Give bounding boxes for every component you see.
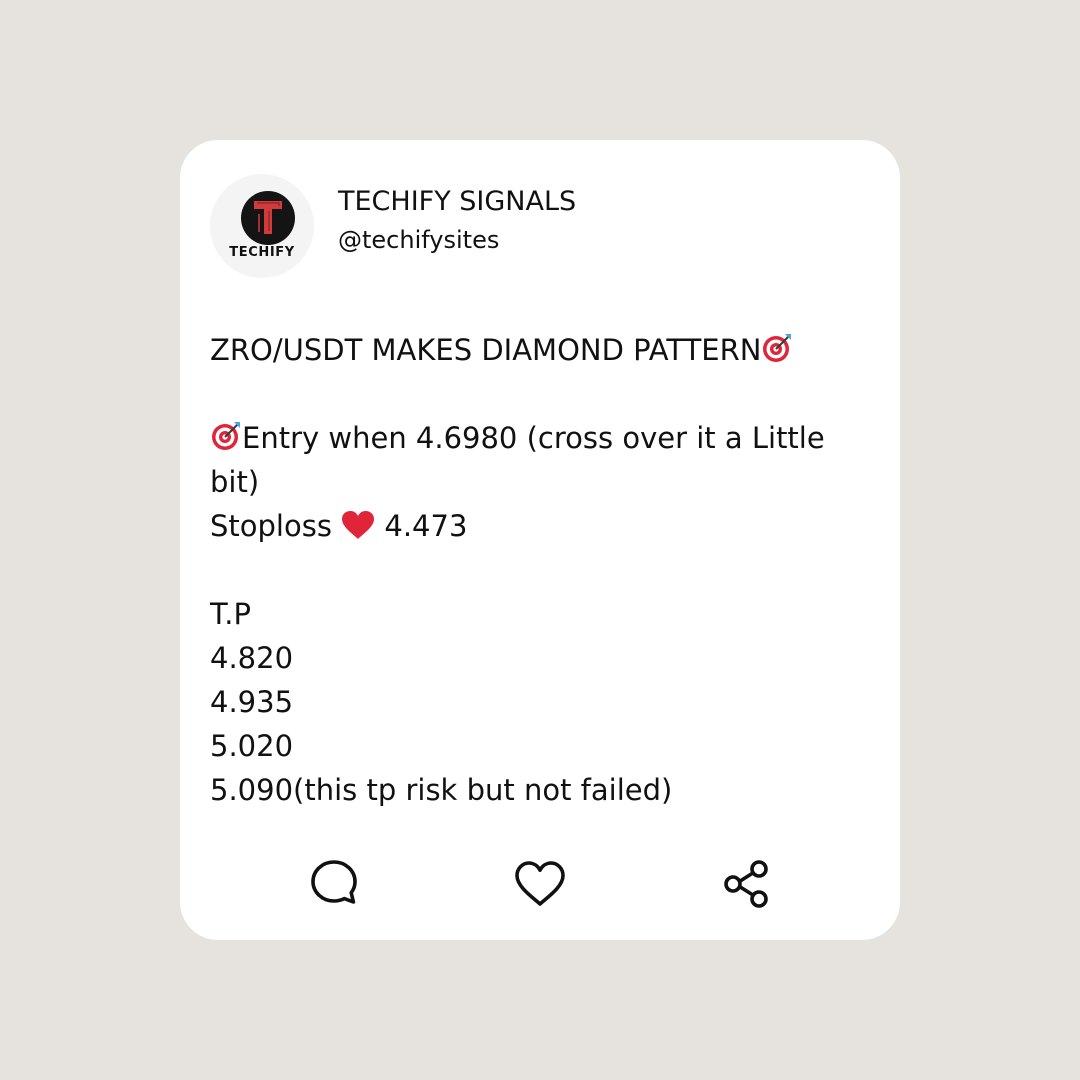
take-profit-target: 5.020 xyxy=(210,729,294,763)
share-button[interactable] xyxy=(718,856,774,912)
take-profit-target: 4.820 xyxy=(210,641,294,675)
avatar[interactable]: TECHIFY xyxy=(210,174,314,278)
post-card: TECHIFY TECHIFY SIGNALS @techifysites ZR… xyxy=(180,140,900,940)
entry-line: Entry when 4.6980 (cross over it a Littl… xyxy=(210,416,850,504)
direct-hit-icon xyxy=(763,334,792,362)
post-body: ZRO/USDT MAKES DIAMOND PATTERN Entry whe… xyxy=(210,328,850,812)
direct-hit-icon xyxy=(212,422,240,450)
entry-text: Entry when 4.6980 (cross over it a Littl… xyxy=(210,421,834,499)
stoploss-value: 4.473 xyxy=(384,509,468,543)
author-handle[interactable]: @techifysites xyxy=(338,226,499,254)
post-title-line: ZRO/USDT MAKES DIAMOND PATTERN xyxy=(210,328,850,372)
share-icon xyxy=(724,860,768,908)
comment-button[interactable] xyxy=(306,856,362,912)
take-profit-target: 5.090(this tp risk but not failed) xyxy=(210,773,673,807)
techify-logo-icon xyxy=(241,191,295,245)
take-profit-target: 4.935 xyxy=(210,685,294,719)
like-button[interactable] xyxy=(512,856,568,912)
stoploss-label: Stoploss xyxy=(210,509,332,543)
avatar-logo-text: TECHIFY xyxy=(229,245,295,260)
heart-icon xyxy=(515,861,565,906)
author-display-name[interactable]: TECHIFY SIGNALS xyxy=(338,186,576,217)
red-heart-icon xyxy=(342,511,375,539)
stoploss-line: Stoploss 4.473 xyxy=(210,504,850,548)
take-profit-label: T.P xyxy=(210,597,251,631)
post-title: ZRO/USDT MAKES DIAMOND PATTERN xyxy=(210,333,762,367)
comment-icon xyxy=(311,860,357,904)
